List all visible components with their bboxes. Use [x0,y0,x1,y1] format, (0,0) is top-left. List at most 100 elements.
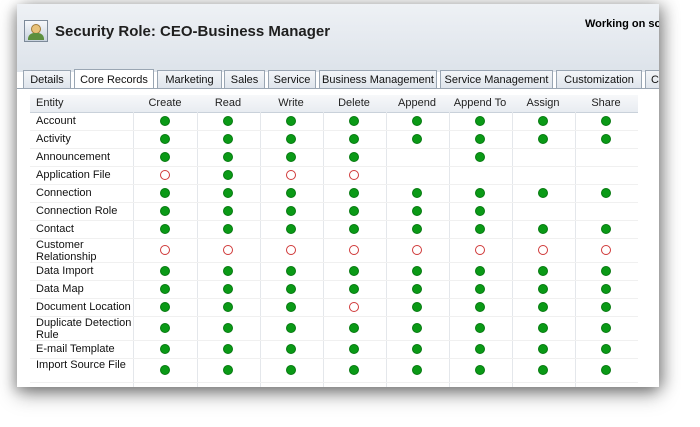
no-access-indicator-assign[interactable] [538,245,548,255]
full-access-indicator-create[interactable] [160,323,170,333]
full-access-indicator-read[interactable] [223,266,233,276]
full-access-indicator-write[interactable] [286,302,296,312]
full-access-indicator-append-to[interactable] [475,134,485,144]
no-access-indicator-read[interactable] [223,245,233,255]
no-access-indicator-delete[interactable] [349,302,359,312]
full-access-indicator-append[interactable] [412,323,422,333]
full-access-indicator-delete[interactable] [349,284,359,294]
full-access-indicator-assign[interactable] [538,302,548,312]
full-access-indicator-append[interactable] [412,224,422,234]
column-header-append-to[interactable]: Append To [449,95,512,112]
full-access-indicator-share[interactable] [601,365,611,375]
tab-core-records[interactable]: Core Records [74,69,154,89]
full-access-indicator-create[interactable] [160,224,170,234]
full-access-indicator-write[interactable] [286,116,296,126]
full-access-indicator-create[interactable] [160,344,170,354]
full-access-indicator-create[interactable] [160,266,170,276]
full-access-indicator-read[interactable] [223,152,233,162]
full-access-indicator-append-to[interactable] [475,116,485,126]
no-access-indicator-create[interactable] [160,245,170,255]
no-access-indicator-write[interactable] [286,170,296,180]
full-access-indicator-share[interactable] [601,134,611,144]
column-header-delete[interactable]: Delete [323,95,386,112]
full-access-indicator-create[interactable] [160,116,170,126]
full-access-indicator-assign[interactable] [538,134,548,144]
full-access-indicator-append-to[interactable] [475,302,485,312]
full-access-indicator-assign[interactable] [538,365,548,375]
tab-sales[interactable]: Sales [224,70,265,88]
full-access-indicator-read[interactable] [223,134,233,144]
full-access-indicator-delete[interactable] [349,323,359,333]
full-access-indicator-assign[interactable] [538,344,548,354]
column-header-create[interactable]: Create [134,95,197,112]
no-access-indicator-create[interactable] [160,170,170,180]
full-access-indicator-write[interactable] [286,152,296,162]
no-access-indicator-delete[interactable] [349,170,359,180]
full-access-indicator-read[interactable] [223,323,233,333]
full-access-indicator-write[interactable] [286,188,296,198]
full-access-indicator-append[interactable] [412,188,422,198]
full-access-indicator-delete[interactable] [349,365,359,375]
full-access-indicator-assign[interactable] [538,284,548,294]
full-access-indicator-append[interactable] [412,284,422,294]
tab-c[interactable]: C [645,70,659,88]
full-access-indicator-append[interactable] [412,266,422,276]
tab-service[interactable]: Service [268,70,316,88]
column-header-read[interactable]: Read [197,95,260,112]
full-access-indicator-share[interactable] [601,284,611,294]
full-access-indicator-read[interactable] [223,206,233,216]
full-access-indicator-share[interactable] [601,266,611,276]
full-access-indicator-delete[interactable] [349,134,359,144]
full-access-indicator-delete[interactable] [349,152,359,162]
tab-customization[interactable]: Customization [556,70,642,88]
column-header-append[interactable]: Append [386,95,449,112]
full-access-indicator-delete[interactable] [349,224,359,234]
full-access-indicator-write[interactable] [286,206,296,216]
full-access-indicator-read[interactable] [223,365,233,375]
full-access-indicator-append[interactable] [412,206,422,216]
full-access-indicator-share[interactable] [601,224,611,234]
no-access-indicator-append[interactable] [412,245,422,255]
full-access-indicator-read[interactable] [223,188,233,198]
full-access-indicator-append-to[interactable] [475,344,485,354]
full-access-indicator-read[interactable] [223,224,233,234]
full-access-indicator-read[interactable] [223,302,233,312]
full-access-indicator-read[interactable] [223,116,233,126]
tab-details[interactable]: Details [23,70,71,88]
full-access-indicator-assign[interactable] [538,188,548,198]
full-access-indicator-delete[interactable] [349,344,359,354]
full-access-indicator-share[interactable] [601,344,611,354]
full-access-indicator-delete[interactable] [349,266,359,276]
tab-service-management[interactable]: Service Management [440,70,553,88]
full-access-indicator-delete[interactable] [349,188,359,198]
full-access-indicator-write[interactable] [286,284,296,294]
full-access-indicator-append-to[interactable] [475,188,485,198]
full-access-indicator-create[interactable] [160,188,170,198]
full-access-indicator-append-to[interactable] [475,224,485,234]
full-access-indicator-write[interactable] [286,134,296,144]
full-access-indicator-create[interactable] [160,365,170,375]
full-access-indicator-assign[interactable] [538,323,548,333]
full-access-indicator-append[interactable] [412,134,422,144]
full-access-indicator-share[interactable] [601,188,611,198]
no-access-indicator-delete[interactable] [349,245,359,255]
full-access-indicator-write[interactable] [286,323,296,333]
full-access-indicator-read[interactable] [223,284,233,294]
tab-marketing[interactable]: Marketing [157,70,222,88]
full-access-indicator-create[interactable] [160,284,170,294]
full-access-indicator-assign[interactable] [538,266,548,276]
full-access-indicator-read[interactable] [223,344,233,354]
full-access-indicator-append[interactable] [412,116,422,126]
column-header-assign[interactable]: Assign [512,95,575,112]
full-access-indicator-read[interactable] [223,170,233,180]
tab-business-management[interactable]: Business Management [319,70,437,88]
full-access-indicator-append-to[interactable] [475,152,485,162]
full-access-indicator-write[interactable] [286,266,296,276]
full-access-indicator-share[interactable] [601,323,611,333]
full-access-indicator-delete[interactable] [349,116,359,126]
column-header-write[interactable]: Write [260,95,323,112]
full-access-indicator-assign[interactable] [538,116,548,126]
full-access-indicator-append[interactable] [412,344,422,354]
full-access-indicator-append-to[interactable] [475,206,485,216]
no-access-indicator-append-to[interactable] [475,245,485,255]
